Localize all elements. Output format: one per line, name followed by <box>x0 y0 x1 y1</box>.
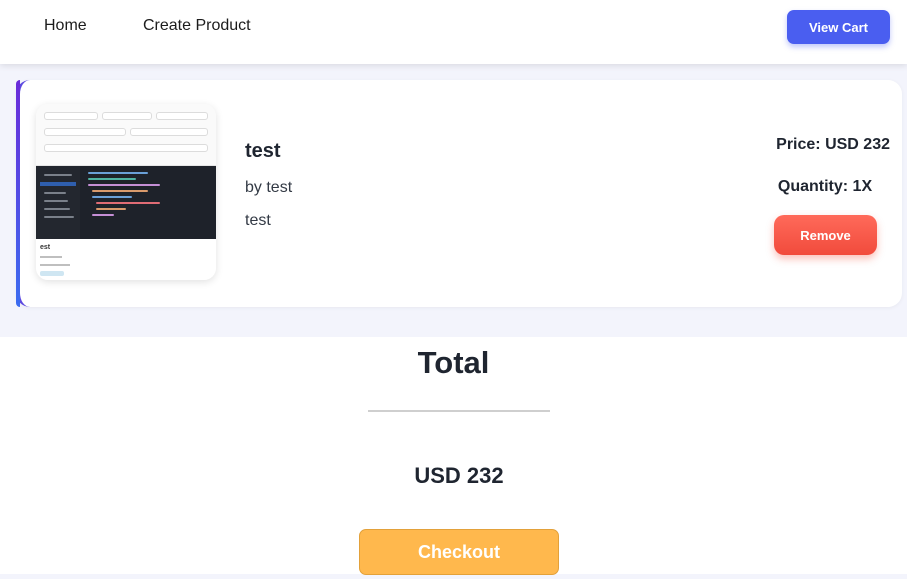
item-quantity: Quantity: 1X <box>777 178 873 195</box>
thumbnail-field <box>44 128 126 136</box>
thumbnail-code-sidebar <box>36 166 80 239</box>
thumbnail-field <box>44 112 98 120</box>
thumbnail-field <box>156 112 208 120</box>
order-summary: Total USD 232 Checkout <box>0 337 907 575</box>
thumbnail-field <box>44 144 208 152</box>
thumbnail-text-line <box>40 264 70 266</box>
thumbnail-field <box>130 128 208 136</box>
product-thumbnail: est <box>36 104 216 280</box>
total-heading: Total <box>417 345 490 380</box>
item-price: Price: USD 232 <box>776 136 890 153</box>
navbar: Home Create Product View Cart <box>0 0 907 64</box>
code-line <box>88 184 160 186</box>
product-description: test <box>245 212 271 229</box>
thumbnail-text-line <box>40 256 62 258</box>
code-line <box>44 192 66 194</box>
code-line <box>96 202 160 204</box>
cart-list: est test by test test Price: USD 232 Qua… <box>0 64 907 337</box>
thumbnail-preview: est <box>36 239 216 280</box>
code-line <box>88 178 136 180</box>
thumbnail-tag <box>40 271 64 276</box>
product-author: by test <box>245 179 293 196</box>
thumbnail-form-area <box>36 104 216 166</box>
code-line <box>44 216 74 218</box>
total-amount: USD 232 <box>414 463 504 488</box>
code-line <box>44 174 72 176</box>
product-title: test <box>245 140 281 162</box>
nav-create-product-link[interactable]: Create Product <box>143 17 251 35</box>
code-line <box>92 190 148 192</box>
thumbnail-field <box>102 112 152 120</box>
thumbnail-code-editor <box>36 166 216 239</box>
thumbnail-code-selection <box>40 182 76 186</box>
checkout-button[interactable]: Checkout <box>359 529 559 575</box>
card-accent-bar <box>16 80 20 307</box>
nav-home-link[interactable]: Home <box>44 17 87 35</box>
remove-button[interactable]: Remove <box>774 215 877 255</box>
code-line <box>88 172 148 174</box>
code-line <box>92 196 132 198</box>
summary-divider <box>368 410 550 412</box>
thumbnail-caption: est <box>40 244 51 251</box>
code-line <box>44 200 68 202</box>
code-line <box>92 214 114 216</box>
view-cart-button[interactable]: View Cart <box>787 10 890 44</box>
code-line <box>96 208 126 210</box>
code-line <box>44 208 70 210</box>
cart-item-card: est test by test test Price: USD 232 Qua… <box>16 80 902 307</box>
